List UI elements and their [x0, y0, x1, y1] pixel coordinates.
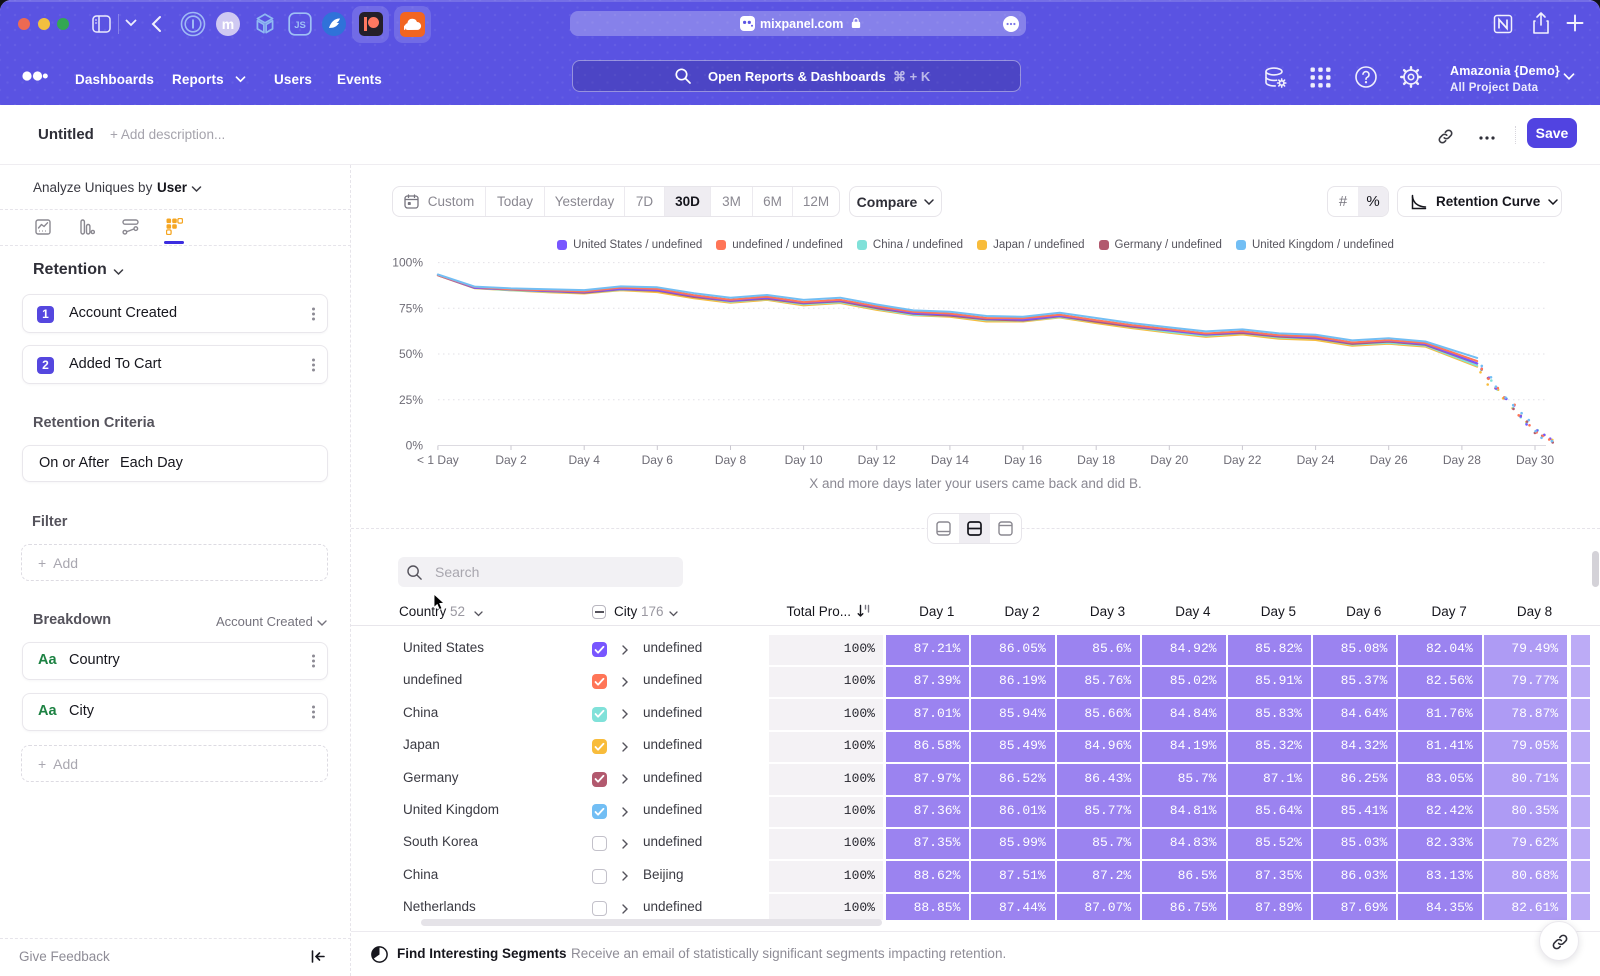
- svg-text:25%: 25%: [399, 393, 423, 407]
- svg-text:50%: 50%: [399, 347, 423, 361]
- svg-text:75%: 75%: [399, 301, 423, 315]
- svg-text:0%: 0%: [406, 439, 424, 453]
- svg-text:Day 4: Day 4: [569, 453, 601, 467]
- svg-text:< 1 Day: < 1 Day: [417, 453, 459, 467]
- svg-text:Day 18: Day 18: [1077, 453, 1115, 467]
- svg-text:Day 8: Day 8: [715, 453, 747, 467]
- svg-text:Day 24: Day 24: [1297, 453, 1335, 467]
- svg-text:Day 2: Day 2: [495, 453, 527, 467]
- svg-text:JS: JS: [294, 20, 306, 31]
- svg-text:Day 28: Day 28: [1443, 453, 1481, 467]
- svg-text:Day 14: Day 14: [931, 453, 969, 467]
- svg-text:Day 30: Day 30: [1516, 453, 1554, 467]
- svg-text:Day 10: Day 10: [785, 453, 823, 467]
- svg-text:100%: 100%: [392, 256, 423, 270]
- svg-text:Day 26: Day 26: [1370, 453, 1408, 467]
- svg-text:Day 20: Day 20: [1150, 453, 1188, 467]
- svg-text:Day 6: Day 6: [642, 453, 674, 467]
- svg-text:Day 22: Day 22: [1223, 453, 1261, 467]
- svg-text:Day 12: Day 12: [858, 453, 896, 467]
- svg-text:Day 16: Day 16: [1004, 453, 1042, 467]
